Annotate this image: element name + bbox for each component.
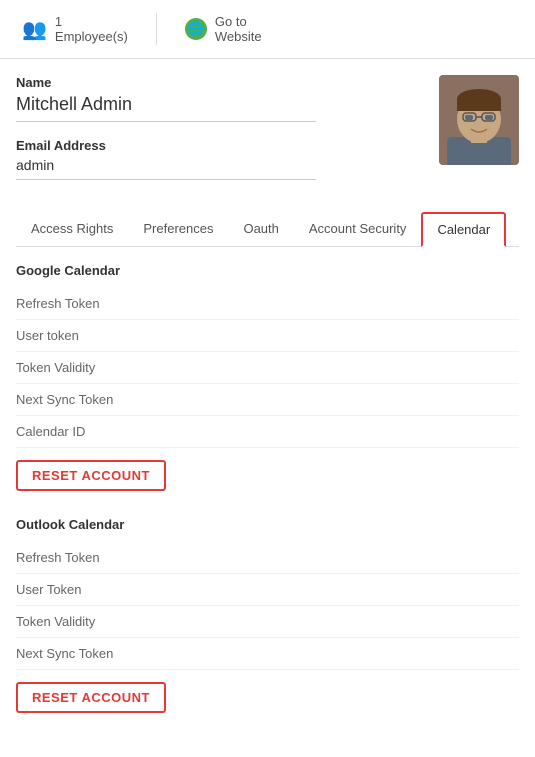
employees-icon: 👥: [22, 17, 47, 42]
outlook-reset-account-button[interactable]: RESET ACCOUNT: [16, 682, 166, 713]
main-content: Name Mitchell Admin Email Address admin: [0, 59, 535, 731]
google-calendar-id-row: Calendar ID: [16, 416, 519, 448]
tab-preferences[interactable]: Preferences: [128, 212, 228, 247]
goto-website-label: Go to Website: [215, 14, 262, 44]
outlook-calendar-section: Outlook Calendar Refresh Token User Toke…: [16, 517, 519, 731]
google-next-sync-token-label: Next Sync Token: [16, 392, 176, 407]
name-value: Mitchell Admin: [16, 94, 316, 122]
tabs: Access Rights Preferences Oauth Account …: [16, 212, 519, 247]
globe-icon: 🌐: [185, 18, 207, 40]
google-token-validity-label: Token Validity: [16, 360, 176, 375]
google-calendar-title: Google Calendar: [16, 263, 519, 278]
google-calendar-section: Google Calendar Refresh Token User token…: [16, 263, 519, 509]
tab-calendar[interactable]: Calendar: [421, 212, 506, 247]
outlook-user-token-row: User Token: [16, 574, 519, 606]
google-user-token-row: User token: [16, 320, 519, 352]
google-reset-account-button[interactable]: RESET ACCOUNT: [16, 460, 166, 491]
email-label: Email Address: [16, 138, 439, 153]
outlook-user-token-label: User Token: [16, 582, 176, 597]
outlook-next-sync-token-row: Next Sync Token: [16, 638, 519, 670]
outlook-token-validity-row: Token Validity: [16, 606, 519, 638]
email-value: admin: [16, 157, 316, 180]
name-label: Name: [16, 75, 439, 90]
google-calendar-id-label: Calendar ID: [16, 424, 176, 439]
google-refresh-token-row: Refresh Token: [16, 288, 519, 320]
outlook-refresh-token-row: Refresh Token: [16, 542, 519, 574]
google-refresh-token-label: Refresh Token: [16, 296, 176, 311]
goto-website-button[interactable]: 🌐 Go to Website: [173, 8, 274, 50]
avatar-image: [439, 75, 519, 165]
profile-section: Name Mitchell Admin Email Address admin: [16, 75, 519, 196]
employees-count: 1 Employee(s): [55, 14, 128, 44]
top-bar: 👥 1 Employee(s) 🌐 Go to Website: [0, 0, 535, 59]
outlook-next-sync-token-label: Next Sync Token: [16, 646, 176, 661]
google-user-token-label: User token: [16, 328, 176, 343]
tab-account-security[interactable]: Account Security: [294, 212, 422, 247]
outlook-token-validity-label: Token Validity: [16, 614, 176, 629]
google-token-validity-row: Token Validity: [16, 352, 519, 384]
avatar: [439, 75, 519, 165]
employees-button[interactable]: 👥 1 Employee(s): [10, 8, 140, 50]
outlook-refresh-token-label: Refresh Token: [16, 550, 176, 565]
tab-oauth[interactable]: Oauth: [228, 212, 293, 247]
outlook-calendar-title: Outlook Calendar: [16, 517, 519, 532]
profile-info: Name Mitchell Admin Email Address admin: [16, 75, 439, 196]
topbar-divider: [156, 13, 157, 45]
tab-access-rights[interactable]: Access Rights: [16, 212, 128, 247]
google-next-sync-token-row: Next Sync Token: [16, 384, 519, 416]
